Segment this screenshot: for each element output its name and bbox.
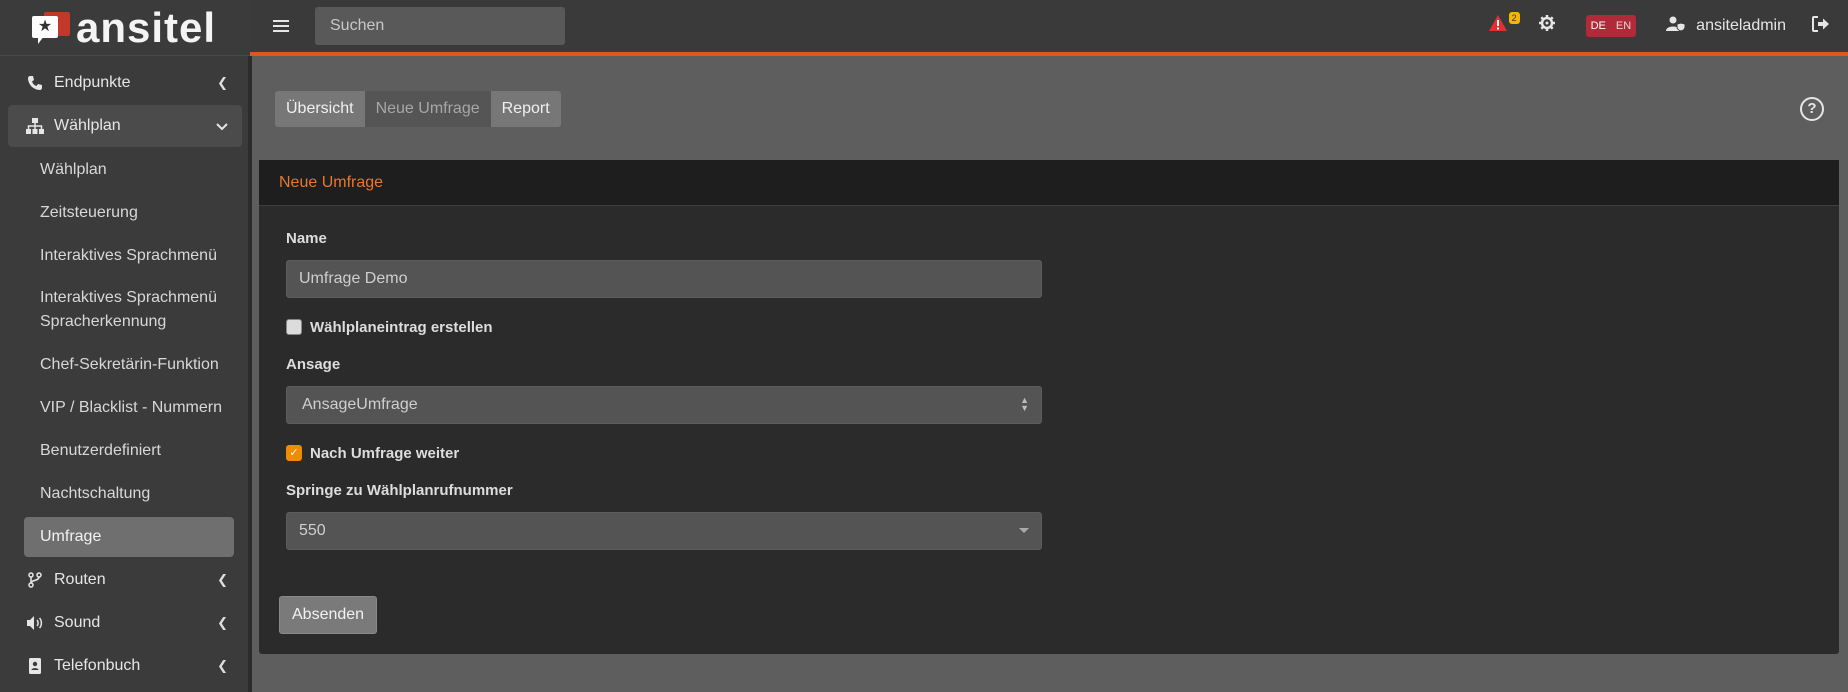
username: ansiteladmin <box>1696 17 1786 34</box>
sidebar-item-routen[interactable]: Routen ❮ <box>8 559 242 601</box>
checkbox-waehlplaneintrag[interactable]: Wählplaneintrag erstellen <box>286 316 1812 338</box>
chevron-left-icon: ❮ <box>217 75 228 90</box>
form-card: Neue Umfrage Name Umfrage Demo Wählplane… <box>259 160 1839 654</box>
ansage-label: Ansage <box>286 356 341 373</box>
subnav-item-benutzerdefiniert[interactable]: Benutzerdefiniert <box>8 429 242 472</box>
subnav-item-chef-sekretaerin[interactable]: Chef-Sekretärin-Funktion <box>8 343 242 386</box>
address-book-icon <box>24 658 46 674</box>
springe-select[interactable]: 550 <box>286 512 1042 550</box>
subnav-item-zeitsteuerung[interactable]: Zeitsteuerung <box>8 191 242 234</box>
brand[interactable]: ★ ansitel <box>0 0 250 56</box>
tab-uebersicht[interactable]: Übersicht <box>275 91 365 127</box>
tab-neue-umfrage[interactable]: Neue Umfrage <box>364 91 491 127</box>
menu-toggle-icon[interactable] <box>273 20 289 32</box>
chevron-left-icon: ❮ <box>217 615 228 630</box>
ansage-select[interactable]: AnsageUmfrage ▲ ▼ <box>286 386 1042 424</box>
springe-select-value: 550 <box>299 522 326 539</box>
sidebar-item-telefonbuch[interactable]: Telefonbuch ❮ <box>8 645 242 687</box>
volume-icon <box>24 615 46 631</box>
sidebar-item-label: Wählplan <box>54 117 121 134</box>
chevron-left-icon: ❮ <box>217 572 228 587</box>
alert-count-badge: 2 <box>1508 12 1520 24</box>
warning-triangle-icon <box>1488 15 1508 37</box>
alerts-button[interactable]: 2 <box>1488 12 1520 38</box>
waehlplan-subnav: Wählplan Zeitsteuerung Interaktives Spra… <box>8 148 242 557</box>
checkbox-unchecked[interactable] <box>286 319 302 335</box>
user-shield-icon <box>1666 16 1686 37</box>
subnav-item-vip-blacklist[interactable]: VIP / Blacklist - Nummern <box>8 386 242 429</box>
sidebar-nav: Endpunkte ❮ Wählplan Wählplan Zeitsteuer… <box>0 56 250 687</box>
user-menu[interactable]: ansiteladmin <box>1666 16 1786 37</box>
checkbox-checked-icon[interactable]: ✓ <box>286 445 302 461</box>
sidebar: ★ ansitel Endpunkte ❮ Wählplan Wählplan … <box>0 0 250 692</box>
logo-icon: ★ <box>30 11 72 44</box>
sidebar-item-label: Sound <box>54 614 101 631</box>
brand-name: ansitel <box>76 3 217 51</box>
caret-down-icon <box>1019 528 1029 533</box>
lang-en-button[interactable]: EN <box>1611 15 1636 37</box>
help-icon[interactable]: ? <box>1800 97 1824 121</box>
sitemap-icon <box>24 118 46 134</box>
phone-icon <box>24 75 46 91</box>
name-input[interactable]: Umfrage Demo <box>286 260 1042 298</box>
logout-icon[interactable] <box>1812 15 1830 37</box>
name-label: Name <box>286 230 327 247</box>
subnav-item-sprachmenue[interactable]: Interaktives Sprachmenü <box>8 234 242 277</box>
chevron-left-icon: ❮ <box>217 658 228 673</box>
lang-de-button[interactable]: DE <box>1586 15 1611 37</box>
sidebar-item-sound[interactable]: Sound ❮ <box>8 602 242 644</box>
sidebar-item-waehlplan[interactable]: Wählplan <box>8 105 242 147</box>
page-tabs: Übersicht Neue Umfrage Report <box>275 91 561 127</box>
route-icon <box>24 572 46 588</box>
gear-icon[interactable] <box>1538 14 1556 38</box>
tab-report[interactable]: Report <box>490 91 561 127</box>
checkbox-label: Nach Umfrage weiter <box>310 444 460 462</box>
survey-form: Name Umfrage Demo Wählplaneintrag erstel… <box>259 206 1839 550</box>
sidebar-item-label: Routen <box>54 571 106 588</box>
sidebar-item-label: Telefonbuch <box>54 657 141 674</box>
topbar: 2 DE EN ansiteladmin <box>250 0 1848 56</box>
ansage-select-value: AnsageUmfrage <box>302 396 418 413</box>
subnav-item-umfrage[interactable]: Umfrage <box>24 517 234 557</box>
sidebar-scrollbar[interactable] <box>248 56 252 692</box>
chevron-down-icon <box>216 119 228 134</box>
sidebar-item-endpunkte[interactable]: Endpunkte ❮ <box>8 62 242 104</box>
subnav-item-sprachmenue-spracherkennung[interactable]: Interaktives Sprachmenü Spracherkennung <box>8 277 242 343</box>
select-updown-icon: ▲ ▼ <box>1020 395 1029 413</box>
language-switcher: DE EN <box>1585 15 1637 37</box>
subnav-item-waehlplan[interactable]: Wählplan <box>8 148 242 191</box>
checkbox-nach-umfrage-weiter[interactable]: ✓ Nach Umfrage weiter <box>286 442 1812 464</box>
springe-label: Springe zu Wählplanrufnummer <box>286 482 513 499</box>
topbar-right: 2 DE EN ansiteladmin <box>1488 0 1848 52</box>
checkbox-label: Wählplaneintrag erstellen <box>310 318 493 336</box>
card-title: Neue Umfrage <box>259 160 1839 206</box>
subnav-item-nachtschaltung[interactable]: Nachtschaltung <box>8 472 242 515</box>
submit-button[interactable]: Absenden <box>279 596 378 634</box>
search-input[interactable] <box>315 7 565 45</box>
sidebar-item-label: Endpunkte <box>54 74 131 91</box>
